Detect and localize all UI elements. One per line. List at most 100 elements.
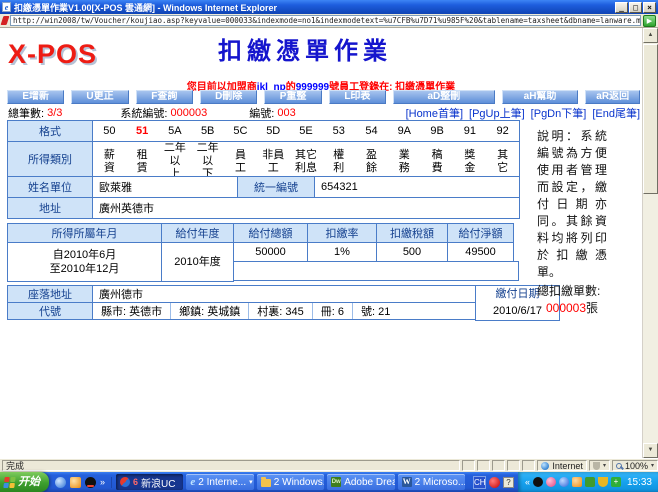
scroll-down-button[interactable]: ▼	[643, 443, 658, 458]
delete-button[interactable]: D刪除	[200, 90, 258, 104]
start-label: 开始	[18, 476, 40, 488]
payment-empty-row	[233, 261, 519, 281]
ql-qq-icon[interactable]	[85, 476, 96, 488]
zoom-dropdown-icon[interactable]: ▾	[651, 462, 654, 469]
location-field[interactable]: 廣州德市	[92, 285, 476, 303]
task-microsoft-word-group[interactable]: W 2 Microso... ▾	[397, 474, 465, 490]
format-code[interactable]: 92	[486, 125, 519, 137]
language-indicator[interactable]: CH	[472, 475, 486, 489]
zone-label: Internet	[552, 460, 583, 471]
language-zone: CH ?	[469, 475, 518, 489]
format-code[interactable]: 91	[453, 125, 486, 137]
start-button[interactable]: 开始	[0, 472, 49, 492]
task-adobe-dreamweaver[interactable]: Dw Adobe Drea...	[327, 474, 395, 490]
uniform-no-field[interactable]: 654321	[314, 176, 520, 198]
task-label: 2 Windows...	[273, 476, 324, 488]
maximize-button[interactable]: □	[629, 1, 642, 13]
add-button[interactable]: E增新	[7, 90, 65, 104]
taskbar: 开始 » 6 新浪UC e 2 Interne... ▾ 2 Windows..…	[0, 472, 658, 492]
income-category: 其 它	[497, 148, 509, 174]
close-button[interactable]: ×	[643, 1, 656, 13]
nav-pgdn-link[interactable]: [PgDn下筆]	[531, 105, 587, 121]
format-code[interactable]: 50	[93, 125, 126, 137]
dreamweaver-icon: Dw	[331, 477, 342, 487]
address-field[interactable]: 廣州英德市	[92, 197, 520, 219]
quick-launch: »	[49, 476, 113, 488]
period-field[interactable]: 自2010年6月 至2010年12月	[7, 242, 162, 282]
location-label: 座落地址	[7, 285, 93, 303]
antivirus-tray-icon[interactable]	[488, 476, 500, 488]
help-button[interactable]: aH幫助	[501, 90, 579, 104]
security-shield-tray-icon[interactable]	[597, 477, 608, 487]
nav-end-link[interactable]: [End尾筆]	[592, 105, 640, 121]
globe-icon	[541, 461, 550, 470]
url-input[interactable]: http://win2008/tw/Voucher/koujiao.asp?ke…	[10, 15, 641, 26]
ql-browser-icon[interactable]	[55, 476, 66, 488]
county-field[interactable]: 縣市: 英德市	[93, 303, 170, 319]
taskbar-clock: 15:33	[626, 476, 652, 488]
task-sina-uc[interactable]: 6 新浪UC	[116, 474, 184, 490]
income-category: 其它 利息	[294, 148, 317, 174]
net-field[interactable]: 49500	[447, 242, 514, 262]
batch-delete-button[interactable]: aD整刪	[393, 90, 495, 104]
format-code[interactable]: 5E	[290, 125, 323, 137]
nav-home-link[interactable]: [Home首筆]	[406, 105, 463, 121]
query-button[interactable]: F查詢	[135, 90, 194, 104]
gross-field[interactable]: 50000	[233, 242, 308, 262]
go-button[interactable]: ▶	[643, 14, 656, 27]
format-code[interactable]: 9A	[388, 125, 421, 137]
address-label: 地址	[7, 197, 93, 219]
income-category: 獎 金	[464, 148, 476, 174]
status-bar: 完成 Internet ▾ 100% ▾	[0, 458, 658, 472]
window-title: 扣繳憑單作業V1.00[X-POS 雲通網] - Windows Interne…	[14, 2, 277, 13]
format-code[interactable]: 5C	[224, 125, 257, 137]
format-code[interactable]: 5D	[257, 125, 290, 137]
number-field[interactable]: 號: 21	[351, 303, 398, 319]
scroll-up-button[interactable]: ▲	[643, 28, 658, 43]
nav-pgup-link[interactable]: [PgUp上筆]	[469, 105, 525, 121]
ql-messenger-icon[interactable]	[70, 476, 81, 488]
township-field[interactable]: 鄉鎮: 英城鎮	[170, 303, 248, 319]
scrollbar-thumb[interactable]	[643, 44, 658, 194]
refresh-button[interactable]: P重整	[264, 90, 322, 104]
vertical-scrollbar[interactable]: ▲ ▼	[642, 28, 658, 458]
note-total-label: 總扣繳單數:	[537, 284, 601, 298]
format-code[interactable]: 5B	[191, 125, 224, 137]
format-code[interactable]: 53	[322, 125, 355, 137]
uc-tray-icon[interactable]	[558, 477, 569, 487]
return-button[interactable]: aR返回	[585, 90, 640, 104]
income-category: 租 賃	[136, 148, 148, 174]
print-button[interactable]: L印表	[328, 90, 387, 104]
modify-button[interactable]: U更正	[71, 90, 129, 104]
income-category: 薪 資	[103, 148, 115, 174]
task-internet-explorer-group[interactable]: e 2 Interne... ▾	[186, 474, 254, 490]
minimize-button[interactable]: _	[615, 1, 628, 13]
qq-penguin-tray-icon[interactable]	[532, 477, 543, 487]
help-tray-icon[interactable]: ?	[502, 476, 514, 488]
tray-collapse-icon[interactable]: «	[525, 477, 530, 487]
format-code[interactable]: 5A	[159, 125, 192, 137]
health-tray-icon[interactable]	[610, 477, 621, 487]
format-code[interactable]: 54	[355, 125, 388, 137]
messenger-tray-icon[interactable]	[545, 477, 556, 487]
download-tray-icon[interactable]	[571, 477, 582, 487]
ie-page-icon: e	[2, 2, 11, 12]
rate-field[interactable]: 1%	[307, 242, 377, 262]
tax-field[interactable]: 500	[376, 242, 448, 262]
village-field[interactable]: 村裏: 345	[248, 303, 311, 319]
format-code-selected[interactable]: 51	[126, 125, 159, 137]
scheduler-tray-icon[interactable]	[584, 477, 595, 487]
task-label: Adobe Drea...	[344, 476, 394, 488]
book-field[interactable]: 冊: 6	[311, 303, 352, 319]
zoom-level: 100%	[624, 460, 648, 471]
zoom-pane[interactable]: 100% ▾	[611, 460, 658, 471]
task-windows-explorer-group[interactable]: 2 Windows... ▾	[256, 474, 325, 490]
location-left: 座落地址 廣州德市 代號 縣市: 英德市 鄉鎮: 英城鎮 村裏: 345 冊: …	[7, 285, 476, 321]
record-no-label: 編號:	[249, 107, 275, 120]
record-nav: [Home首筆] [PgUp上筆] [PgDn下筆] [End尾筆]	[406, 105, 640, 121]
format-code[interactable]: 9B	[421, 125, 454, 137]
status-pane	[462, 460, 476, 471]
name-field[interactable]: 歐萊雅	[92, 176, 238, 198]
pay-year-field[interactable]: 2010年度	[161, 242, 234, 282]
quicklaunch-overflow-icon[interactable]: »	[100, 477, 105, 487]
